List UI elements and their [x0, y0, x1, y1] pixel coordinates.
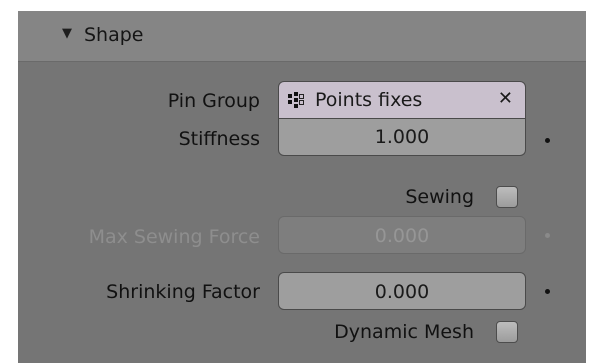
- max-sewing-force-keyframe-dot: [545, 233, 550, 238]
- pin-group-value: Points fixes: [315, 89, 423, 111]
- panel-header[interactable]: ▼ Shape: [18, 11, 586, 62]
- pin-group-label: Pin Group: [167, 90, 260, 112]
- vertex-group-icon: [288, 92, 304, 110]
- sewing-checkbox[interactable]: [496, 186, 518, 208]
- max-sewing-force-value: 0.000: [374, 225, 430, 247]
- triangle-down-icon[interactable]: ▼: [62, 26, 72, 41]
- shrinking-factor-field[interactable]: 0.000: [278, 272, 526, 310]
- stiffness-field[interactable]: 1.000: [278, 119, 526, 156]
- clear-icon[interactable]: ✕: [498, 88, 513, 109]
- max-sewing-force-label: Max Sewing Force: [88, 226, 260, 248]
- stiffness-label: Stiffness: [178, 128, 260, 150]
- dynamic-mesh-checkbox[interactable]: [496, 321, 518, 343]
- panel-title: Shape: [84, 24, 144, 46]
- shrinking-factor-label: Shrinking Factor: [106, 281, 260, 303]
- stiffness-keyframe-dot[interactable]: [545, 138, 550, 143]
- max-sewing-force-field[interactable]: 0.000: [278, 216, 526, 254]
- stiffness-value: 1.000: [374, 126, 430, 148]
- shape-panel: ▼ Shape Pin Group Points fixes ✕ Stiffne…: [18, 11, 586, 363]
- sewing-label: Sewing: [405, 186, 474, 208]
- pin-group-field[interactable]: Points fixes ✕: [278, 81, 526, 119]
- shrinking-factor-value: 0.000: [374, 281, 430, 303]
- dynamic-mesh-label: Dynamic Mesh: [334, 321, 474, 343]
- shrinking-factor-keyframe-dot[interactable]: [545, 289, 550, 294]
